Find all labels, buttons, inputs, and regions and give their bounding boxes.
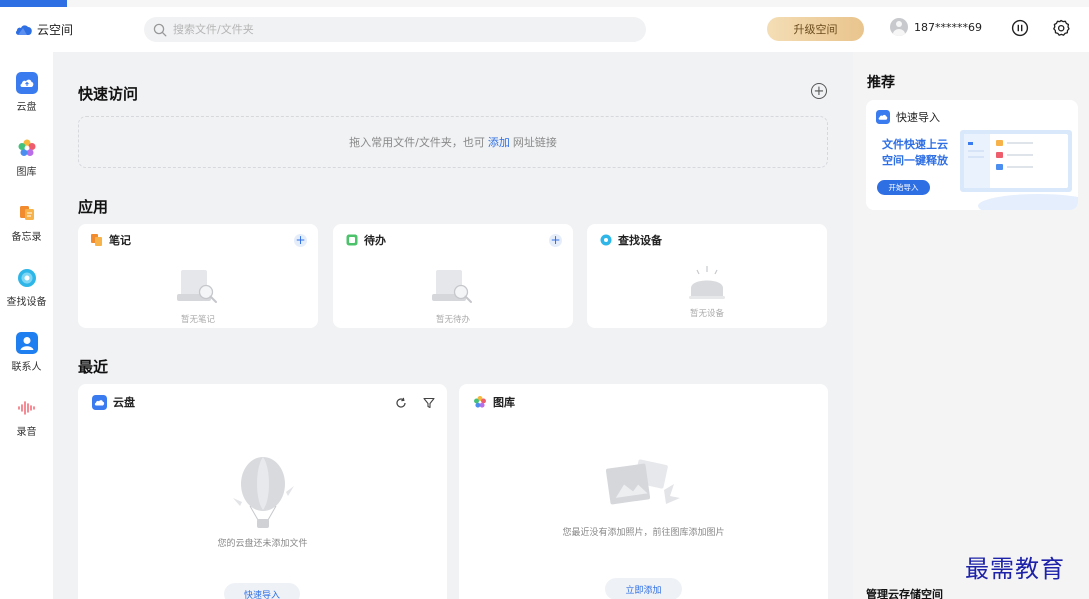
empty-document-illustration [432, 270, 472, 303]
empty-notes-text: 暂无笔记 [180, 315, 215, 325]
find-device-icon [600, 234, 612, 246]
search-box[interactable] [144, 17, 646, 42]
sidebar-item-gallery[interactable]: 图库 [0, 137, 53, 178]
search-input[interactable] [173, 23, 613, 36]
dropzone-text-end: 网址链接 [512, 136, 557, 149]
active-tab-indicator [0, 0, 67, 7]
promo-slogan: 文件快速上云 空间一键释放 [866, 137, 964, 169]
hot-air-balloon-illustration [233, 457, 294, 528]
pause-sync-icon[interactable] [1010, 18, 1030, 38]
main-content: 快速访问 + 拖入常用文件/文件夹，也可 添加 网址链接 应用 笔记 + 暂无笔… [53, 52, 853, 599]
promo-line: 文件快速上云 [882, 138, 948, 151]
sidebar-item-label: 查找设备 [6, 297, 47, 308]
recent-title: 最近 [78, 358, 109, 376]
card-title: 笔记 [109, 234, 131, 247]
add-todo-button[interactable]: + [549, 234, 562, 247]
recent-gallery-card: 图库 您最近没有添加照片，前往图库添加图片 立即添加 [459, 384, 828, 599]
sidebar-item-label: 录音 [16, 427, 37, 438]
add-note-button[interactable]: + [294, 234, 307, 247]
find-device-icon [16, 267, 38, 289]
recommend-panel: 推荐 快速导入 文件快速上云 空间一键释放 开始导入 管理云存储空间 [853, 52, 1089, 599]
apps-title: 应用 [78, 198, 109, 216]
sidebar-item-label: 备忘录 [11, 232, 42, 243]
cloud-drive-icon [876, 110, 890, 124]
add-now-button[interactable]: 立即添加 [605, 578, 682, 599]
gallery-icon [474, 396, 486, 408]
photo-illustration [605, 459, 680, 505]
card-header: 笔记 [91, 232, 131, 248]
sidebar-item-cloud-drive[interactable]: 云盘 [0, 72, 53, 113]
card-title: 云盘 [113, 396, 135, 409]
app-card-todo[interactable]: 待办 + 暂无待办 [333, 224, 573, 328]
empty-gallery-text: 您最近没有添加照片，前往图库添加图片 [562, 528, 725, 538]
empty-drive-text: 您的云盘还未添加文件 [217, 539, 308, 549]
cloud-drive-icon [15, 72, 38, 94]
card-header: 云盘 [92, 394, 135, 410]
memo-icon [16, 202, 38, 224]
sidebar-item-find-device[interactable]: 查找设备 [0, 267, 53, 308]
card-header: 待办 [346, 232, 386, 248]
card-title: 图库 [493, 396, 515, 409]
sidebar-item-label: 云盘 [16, 102, 37, 113]
manage-storage-link[interactable]: 管理云存储空间 [866, 586, 943, 599]
promo-header: 快速导入 [876, 109, 940, 125]
start-import-button[interactable]: 开始导入 [877, 180, 930, 195]
card-title: 查找设备 [618, 234, 662, 247]
contacts-icon [15, 332, 38, 354]
recorder-icon [16, 397, 38, 419]
cloud-drive-icon [92, 394, 107, 410]
quick-import-button[interactable]: 快速导入 [224, 583, 300, 599]
sidebar-item-contacts[interactable]: 联系人 [0, 332, 53, 373]
app-name: 云空间 [37, 23, 74, 37]
quick-import-promo-card[interactable]: 快速导入 文件快速上云 空间一键释放 开始导入 [866, 100, 1078, 210]
user-phone: 187******69 [914, 20, 982, 34]
card-title: 待办 [364, 234, 386, 247]
sidebar-item-label: 联系人 [11, 362, 42, 373]
search-icon [153, 23, 167, 36]
upgrade-space-button[interactable]: 升级空间 [767, 17, 864, 41]
gear-icon[interactable] [1051, 18, 1071, 38]
quick-access-title: 快速访问 [78, 85, 139, 103]
recent-cloud-drive-card: 云盘 您的云盘还未添加文件 快速导入 [78, 384, 447, 599]
empty-todo-text: 暂无待办 [435, 315, 470, 325]
import-illustration [960, 130, 1078, 210]
gallery-icon [16, 137, 38, 159]
empty-device-text: 暂无设备 [689, 309, 724, 319]
window-top-strip [0, 0, 1089, 7]
dropzone-text: 拖入常用文件/文件夹，也可 [349, 136, 485, 149]
card-header: 查找设备 [600, 232, 662, 248]
refresh-icon[interactable] [395, 397, 407, 409]
sidebar-item-label: 图库 [16, 167, 37, 178]
header-bar: 云空间 升级空间 187******69 [0, 7, 1089, 52]
recommend-title: 推荐 [867, 75, 895, 91]
promo-title: 快速导入 [896, 111, 940, 124]
user-account[interactable]: 187******69 [890, 18, 982, 36]
app-logo[interactable]: 云空间 [15, 21, 73, 38]
todo-icon [346, 234, 358, 246]
sidebar-item-memo[interactable]: 备忘录 [0, 202, 53, 243]
plus-icon: + [813, 83, 825, 99]
empty-document-illustration [177, 270, 217, 303]
empty-device-illustration [689, 266, 725, 299]
quick-access-dropzone[interactable]: 拖入常用文件/文件夹，也可 添加 网址链接 [78, 116, 828, 168]
add-link[interactable]: 添加 [488, 134, 510, 150]
app-card-find-device[interactable]: 查找设备 暂无设备 [587, 224, 827, 328]
app-card-notes[interactable]: 笔记 + 暂无笔记 [78, 224, 318, 328]
avatar[interactable] [890, 18, 908, 36]
add-quick-access-button[interactable]: + [811, 83, 827, 99]
cloud-logo-icon [15, 24, 32, 35]
card-header: 图库 [473, 394, 515, 410]
filter-icon[interactable] [423, 397, 435, 409]
promo-line: 空间一键释放 [882, 154, 948, 167]
watermark-text: 最需教育 [965, 555, 1065, 583]
sidebar: 云盘 图库 备忘录 查找设备 联系人 录音 [0, 52, 53, 599]
sidebar-item-recorder[interactable]: 录音 [0, 397, 53, 438]
notes-icon [91, 234, 102, 246]
